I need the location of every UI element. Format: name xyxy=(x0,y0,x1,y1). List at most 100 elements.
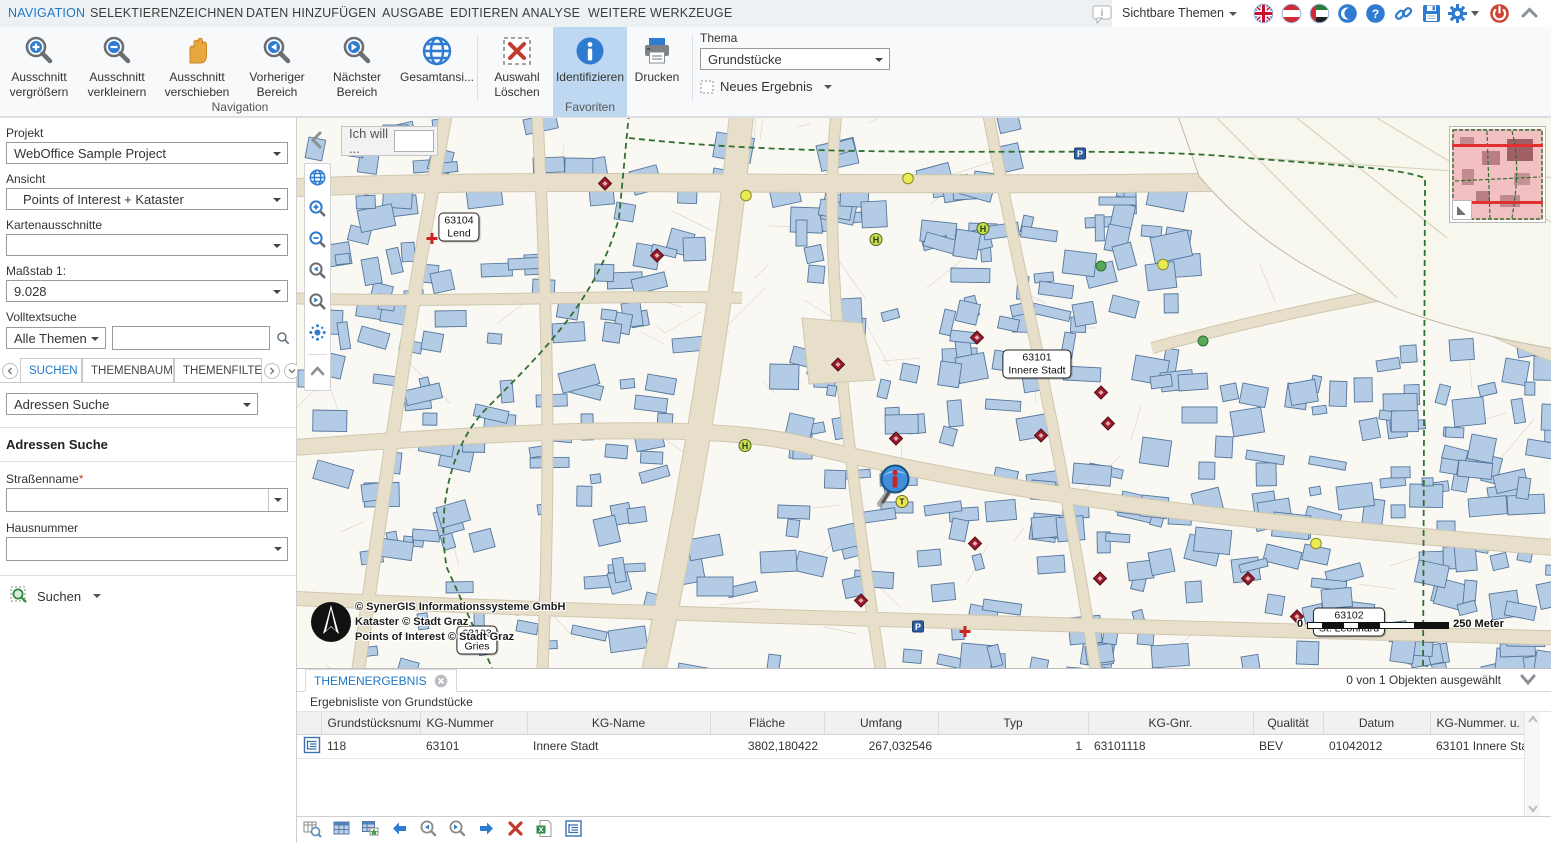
visible-topics-dropdown[interactable]: Sichtbare Themen xyxy=(1122,0,1237,27)
column-header-qualit-t[interactable]: Qualität xyxy=(1253,712,1323,734)
parking-marker: P xyxy=(1074,147,1087,165)
cell-qualit-t: BEV xyxy=(1253,734,1323,758)
thema-select[interactable]: Grundstücke xyxy=(700,48,890,70)
suchen-button[interactable]: Suchen xyxy=(10,586,296,606)
map-zoom-in-button[interactable] xyxy=(308,199,327,223)
results-prev-record-button[interactable] xyxy=(419,819,438,843)
menu-daten-hinzuf-gen[interactable]: DATEN HINZUFÜGEN xyxy=(246,0,376,27)
ich-will-widget[interactable]: Ich will ... xyxy=(341,126,438,156)
tab-themenergebnis[interactable]: THEMENERGEBNIS xyxy=(305,669,457,692)
scroll-up-icon[interactable] xyxy=(1526,714,1540,726)
ribbon-zoom-in-button[interactable]: Ausschnittvergrößern xyxy=(2,32,76,99)
menu-navigation[interactable]: NAVIGATION xyxy=(8,0,85,27)
volltext-input[interactable] xyxy=(112,326,270,350)
ribbon-next-extent-button[interactable]: NächsterBereich xyxy=(318,32,396,99)
map-globe-button[interactable] xyxy=(308,168,327,192)
svg-text:i: i xyxy=(1101,8,1104,19)
tabs-scroll-right-button[interactable] xyxy=(264,363,280,379)
column-header-grundst-cksnummer[interactable]: Grundstücksnummer▲ xyxy=(321,712,420,734)
flag-austria-icon[interactable] xyxy=(1281,3,1302,24)
results-report-button[interactable] xyxy=(564,819,583,843)
ribbon-pan-button[interactable]: Ausschnittverschieben xyxy=(158,32,236,99)
menu-ausgabe[interactable]: AUSGABE xyxy=(382,0,444,27)
map-collapse-up-button[interactable] xyxy=(308,362,327,386)
hausnummer-input[interactable] xyxy=(7,538,269,560)
scroll-down-icon[interactable] xyxy=(1526,802,1540,814)
menu-zeichnen[interactable]: ZEICHNEN xyxy=(178,0,244,27)
column-header-typ[interactable]: Typ xyxy=(938,712,1088,734)
massstab-select[interactable]: 9.028 xyxy=(6,280,288,302)
column-header-fl-che[interactable]: Fläche xyxy=(710,712,824,734)
ribbon-prev-extent-button[interactable]: VorherigerBereich xyxy=(238,32,316,99)
hausnummer-combo[interactable] xyxy=(6,537,288,561)
ribbon-globe-button[interactable]: Gesamtansi... xyxy=(398,32,476,85)
column-header-kg-gnr[interactable]: KG-Gnr. xyxy=(1088,712,1253,734)
map-zoom-out-button[interactable] xyxy=(308,230,327,254)
map-next-extent-button[interactable] xyxy=(308,292,327,316)
results-table-button[interactable] xyxy=(332,819,351,843)
results-scrollbar[interactable] xyxy=(1524,712,1540,816)
strassenname-combo[interactable] xyxy=(6,488,288,512)
flag-uk-icon[interactable] xyxy=(1253,3,1274,24)
overview-map[interactable] xyxy=(1449,126,1546,223)
results-delete-button[interactable] xyxy=(506,819,525,843)
column-header-kg-name[interactable]: KG-Name xyxy=(527,712,710,734)
map-prev-extent-button[interactable] xyxy=(308,261,327,285)
chevron-down-icon[interactable] xyxy=(268,489,287,511)
ribbon-button-label: Drucken xyxy=(629,70,685,85)
panel-collapse-icon[interactable] xyxy=(307,130,327,155)
ansicht-select[interactable]: Points of Interest + Kataster xyxy=(6,188,288,210)
menu-analyse[interactable]: ANALYSE xyxy=(522,0,580,27)
settings-icon[interactable] xyxy=(1447,3,1468,24)
cell-typ: 1 xyxy=(938,734,1088,758)
kartenausschnitte-select[interactable] xyxy=(6,234,288,256)
link-icon[interactable] xyxy=(1393,3,1414,24)
strassenname-input[interactable] xyxy=(7,489,269,511)
tab-themenfilter[interactable]: THEMENFILTER xyxy=(174,358,262,382)
collapse-up-icon[interactable] xyxy=(1519,3,1540,24)
prev-extent-icon xyxy=(238,32,316,70)
crescent-icon[interactable] xyxy=(1337,3,1358,24)
results-excel-button[interactable]: X xyxy=(535,819,554,843)
gdot-marker xyxy=(1197,334,1209,352)
poi-marker xyxy=(649,248,665,269)
ribbon-print-button[interactable]: Drucken xyxy=(629,32,685,85)
ribbon-zoom-out-button[interactable]: Ausschnittverkleinern xyxy=(78,32,156,99)
menu-selektieren[interactable]: SELEKTIEREN xyxy=(90,0,178,27)
results-collapse-icon[interactable] xyxy=(1519,672,1537,693)
map-canvas[interactable]: THHHPP63104Lend63101Innere Stadt63103Gri… xyxy=(297,117,1551,668)
save-icon[interactable] xyxy=(1421,3,1442,24)
tabs-scroll-left-button[interactable] xyxy=(2,363,18,379)
new-result-button[interactable]: Neues Ergebnis xyxy=(700,79,900,94)
search-icon[interactable] xyxy=(276,328,290,348)
volltext-scope-select[interactable]: Alle Themen xyxy=(6,327,106,349)
column-header-datum[interactable]: Datum xyxy=(1323,712,1430,734)
ribbon-identify-button[interactable]: Identifizieren xyxy=(553,32,627,85)
chevron-down-icon[interactable] xyxy=(268,538,287,560)
power-icon[interactable] xyxy=(1489,3,1510,24)
column-header-kg-nummer-u[interactable]: KG-Nummer. u. ... xyxy=(1430,712,1524,734)
menu-weitere-werkzeuge[interactable]: WEITERE WERKZEUGE xyxy=(588,0,732,27)
search-form-select[interactable]: Adressen Suche xyxy=(6,393,258,415)
results-table-new-button[interactable] xyxy=(361,819,380,843)
flag-uae-icon[interactable] xyxy=(1309,3,1330,24)
tab-themenbaum[interactable]: THEMENBAUM xyxy=(82,358,174,382)
results-next-record-button[interactable] xyxy=(448,819,467,843)
tab-suchen[interactable]: SUCHEN xyxy=(20,358,82,382)
overview-collapse-button[interactable] xyxy=(1452,200,1472,220)
results-zoom-table-button[interactable] xyxy=(303,819,322,843)
help-icon[interactable]: ? xyxy=(1365,3,1386,24)
projekt-select[interactable]: WebOffice Sample Project xyxy=(6,142,288,164)
close-icon[interactable] xyxy=(434,674,448,688)
menu-editieren[interactable]: EDITIEREN xyxy=(450,0,518,27)
info-bubble-icon[interactable]: i xyxy=(1091,3,1112,24)
results-arrow-left-button[interactable] xyxy=(390,819,409,843)
row-detail-icon[interactable] xyxy=(297,734,321,758)
map-locate-button[interactable] xyxy=(308,323,327,347)
column-header-umfang[interactable]: Umfang xyxy=(824,712,938,734)
ribbon-clear-selection-button[interactable]: AuswahlLöschen xyxy=(484,32,550,99)
results-arrow-right-button[interactable] xyxy=(477,819,496,843)
table-row[interactable]: 11863101Innere Stadt3802,180422267,03254… xyxy=(297,734,1524,758)
ich-will-input[interactable] xyxy=(394,130,434,152)
column-header-kg-nummer[interactable]: KG-Nummer xyxy=(420,712,527,734)
